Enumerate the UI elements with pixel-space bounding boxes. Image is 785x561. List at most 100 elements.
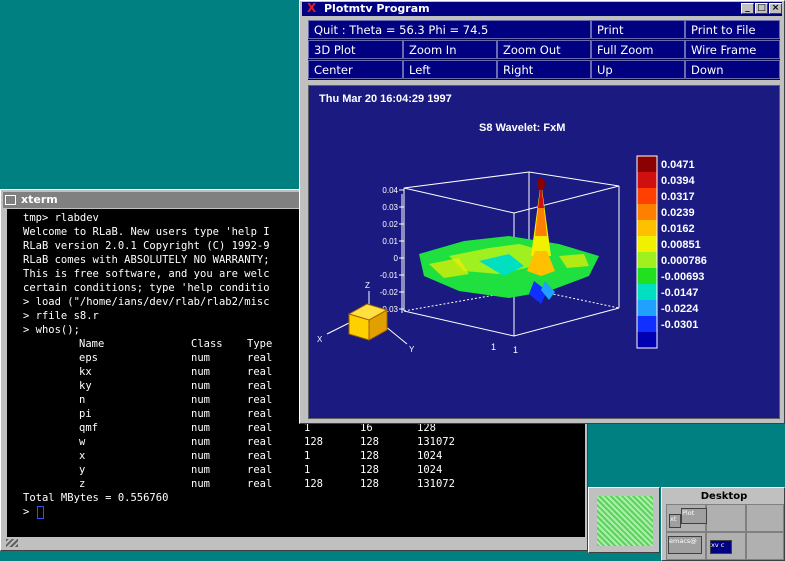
stipple-pattern xyxy=(597,496,653,546)
pager-window-plot[interactable]: Plot xyxy=(681,508,707,524)
surface xyxy=(419,178,599,304)
pager-grid: xt Plot emacs@ xv c xyxy=(666,504,784,560)
whos-cell: num xyxy=(191,408,210,420)
whos-cell: eps xyxy=(79,352,98,364)
colorbar-label: -0.00693 xyxy=(661,271,704,283)
axis-y-label: Y xyxy=(409,345,415,354)
colorbar-label: 0.0317 xyxy=(661,191,695,203)
colorbar-swatch xyxy=(637,316,657,333)
z-axis-ticks: 0.040.030.020.010-0.01-0.02-0.03 xyxy=(380,186,404,314)
terminal-line: Welcome to RLaB. New users type 'help I xyxy=(23,226,270,238)
whos-header-cell: Type xyxy=(247,338,273,350)
pager-window-emacs[interactable]: emacs@ xyxy=(668,536,702,554)
z-tick-label: 0.04 xyxy=(382,186,398,195)
colorbar-swatch xyxy=(637,188,657,205)
xterm-title: xterm xyxy=(21,193,58,206)
whos-cell: 1024 xyxy=(417,464,443,476)
whos-cell: real xyxy=(247,380,273,392)
left-button[interactable]: Left xyxy=(403,60,497,79)
whos-cell: z xyxy=(79,478,86,490)
terminal-line: certain conditions; type 'help conditio xyxy=(23,282,270,294)
whos-cell: w xyxy=(79,436,86,448)
stipple-window[interactable] xyxy=(588,487,660,553)
whos-cell: n xyxy=(79,394,86,406)
colorbar-swatch xyxy=(637,268,657,285)
plot-canvas[interactable]: Thu Mar 20 16:04:29 1997 S8 Wavelet: FxM xyxy=(308,85,780,419)
zoom-out-button[interactable]: Zoom Out xyxy=(497,40,591,59)
up-button[interactable]: Up xyxy=(591,60,685,79)
colorbar-label: -0.0147 xyxy=(661,287,698,299)
full-zoom-button[interactable]: Full Zoom xyxy=(591,40,685,59)
colorbar-swatch xyxy=(637,172,657,189)
prompt: > xyxy=(23,506,30,518)
whos-cell: ky xyxy=(79,380,92,392)
whos-cell: y xyxy=(79,464,86,476)
minimize-button[interactable]: _ xyxy=(741,3,754,14)
colorbar-label: 0.0394 xyxy=(661,175,696,187)
colorbar-label: 0.000786 xyxy=(661,255,707,267)
maximize-button[interactable]: □ xyxy=(755,3,768,14)
whos-cell: real xyxy=(247,464,273,476)
pager-window-xt[interactable]: xt xyxy=(669,514,681,528)
plotmtv-window[interactable]: X Plotmtv Program _ □ × Quit : Theta = 5… xyxy=(299,0,785,424)
whos-cell: 128 xyxy=(360,450,379,462)
print-to-file-button[interactable]: Print to File xyxy=(685,20,780,39)
colorbar-label: 0.0471 xyxy=(661,159,695,171)
colorbar-label: 0.00851 xyxy=(661,239,701,251)
wire-frame-button[interactable]: Wire Frame xyxy=(685,40,780,59)
whos-cell: num xyxy=(191,478,210,490)
right-button[interactable]: Right xyxy=(497,60,591,79)
whos-cell: pi xyxy=(79,408,92,420)
colorbar-legend: 0.0471 0.0394 0.0317 0.0239 0.0162 0.00851 0.0… xyxy=(636,155,707,349)
desktop-pager[interactable]: Desktop xt Plot emacs@ xv c xyxy=(661,487,785,561)
axis-x-label: X xyxy=(317,335,323,344)
pager-desk-6[interactable] xyxy=(746,532,784,560)
terminal-line: RLaB comes with ABSOLUTELY NO WARRANTY; xyxy=(23,254,270,266)
print-button[interactable]: Print xyxy=(591,20,685,39)
whos-header-cell: Class xyxy=(191,338,223,350)
3d-plot-button[interactable]: 3D Plot xyxy=(308,40,403,59)
colorbar-label: -0.0224 xyxy=(661,303,699,315)
zoom-in-button[interactable]: Zoom In xyxy=(403,40,497,59)
whos-cell: 128 xyxy=(360,464,379,476)
colorbar-label: -0.0301 xyxy=(661,319,698,331)
whos-cell: 1 xyxy=(304,464,311,476)
whos-cell: num xyxy=(191,450,210,462)
terminal-line: > rfile s8.r xyxy=(23,310,99,322)
z-tick-label: -0.02 xyxy=(380,288,399,297)
whos-cell: real xyxy=(247,394,273,406)
colorbar-swatch xyxy=(637,252,657,269)
plotmtv-title: Plotmtv Program xyxy=(324,2,430,15)
whos-cell: num xyxy=(191,352,210,364)
resize-grip-icon[interactable] xyxy=(6,539,18,547)
whos-cell: num xyxy=(191,394,210,406)
pager-desk-2[interactable] xyxy=(706,504,746,532)
plotmtv-titlebar[interactable]: X Plotmtv Program _ □ × xyxy=(302,1,782,16)
wavelet-surface-plot: Thu Mar 20 16:04:29 1997 S8 Wavelet: FxM xyxy=(317,93,707,355)
whos-cell: 128 xyxy=(304,478,323,490)
whos-cell: qmf xyxy=(79,422,98,434)
quit-button[interactable]: Quit : Theta = 56.3 Phi = 74.5 xyxy=(308,20,591,39)
whos-header-cell: Name xyxy=(79,338,105,350)
whos-cell: 128 xyxy=(360,436,379,448)
whos-cell: num xyxy=(191,380,210,392)
whos-cell: 131072 xyxy=(417,478,455,490)
z-tick-label: 0.02 xyxy=(382,220,398,229)
y-tick-label: 1 xyxy=(513,345,518,355)
terminal-icon xyxy=(5,195,16,205)
close-button[interactable]: × xyxy=(769,3,782,14)
plot-menu: Quit : Theta = 56.3 Phi = 74.5 Print Pri… xyxy=(308,20,780,80)
whos-cell: num xyxy=(191,366,210,378)
center-button[interactable]: Center xyxy=(308,60,403,79)
colorbar-swatch xyxy=(637,236,657,253)
terminal-line: tmp> rlabdev xyxy=(23,212,99,224)
pager-desk-3[interactable] xyxy=(746,504,784,532)
colorbar-swatch xyxy=(637,332,657,349)
pager-window-xv[interactable]: xv c xyxy=(710,540,732,554)
whos-cell: 128 xyxy=(304,436,323,448)
whos-cell: real xyxy=(247,408,273,420)
whos-cell: 1024 xyxy=(417,450,443,462)
colorbar-swatch xyxy=(637,204,657,221)
whos-cell: real xyxy=(247,450,273,462)
down-button[interactable]: Down xyxy=(685,60,780,79)
